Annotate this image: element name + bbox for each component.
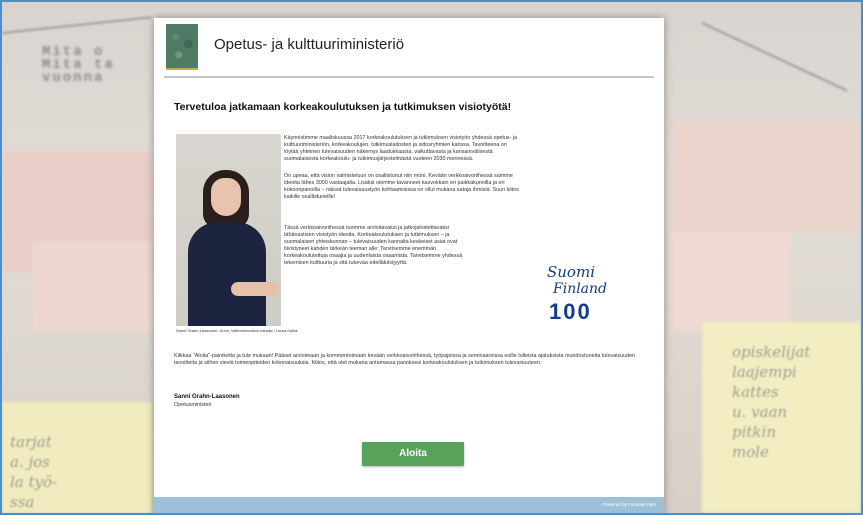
powered-by-link[interactable]: Powered by Fountain Park (603, 502, 656, 507)
welcome-title: Tervetuloa jatkamaan korkeakoulutuksen j… (174, 101, 512, 113)
backdrop-handwriting: tarjat a. jos la työ-ssa (10, 433, 58, 511)
backdrop-line (2, 16, 152, 34)
ministry-logo-icon (166, 24, 198, 70)
backdrop-note (672, 122, 861, 232)
app-window: Mita o Mita ta vuonna tarjat a. jos la työ-s… (0, 0, 863, 515)
header-divider (164, 76, 654, 78)
backdrop-handwriting: opiskelijat laajempi kattes u. vaan pitkin mo… (732, 343, 811, 461)
suomi-finland-100-badge: Suomi Finland 100 (539, 263, 619, 333)
backdrop-text: Mita o Mita ta vuonna (42, 44, 115, 86)
photo-arm (231, 282, 279, 296)
badge-line-2: Finland (553, 281, 608, 297)
signature-title: Opetusministeri (174, 402, 212, 408)
backdrop-note (32, 242, 152, 332)
intro-paragraph-2: On upeaa, että vision valmisteluun on os… (284, 173, 519, 201)
minister-photo (176, 134, 281, 326)
photo-caption: Sanni Grahn-Laasonen. Kuva: Valtioneuvos… (176, 328, 298, 333)
intro-paragraph-3: Tässä verkkoaivoriihessä tuomme arvioita… (284, 225, 463, 267)
dialog-header: Opetus- ja kulttuuriministeriö (154, 18, 664, 76)
badge-line-1: Suomi (547, 263, 595, 281)
signature-name: Sanni Grahn-Laasonen (174, 394, 240, 400)
badge-number: 100 (549, 299, 592, 324)
photo-face (211, 178, 241, 216)
intro-paragraph-1: Käynnistimme maaliskuussa 2017 korkeakou… (284, 135, 518, 163)
start-button[interactable]: Aloita (362, 442, 464, 466)
ministry-name: Opetus- ja kulttuuriministeriö (214, 36, 405, 53)
photo-body (188, 222, 266, 326)
dialog-footer: Powered by Fountain Park (154, 497, 664, 513)
backdrop-line (701, 22, 848, 92)
welcome-dialog: Opetus- ja kulttuuriministeriö Tervetulo… (154, 18, 664, 513)
call-to-action-paragraph: Klikkaa "Aloita"-painiketta ja tule muka… (174, 353, 636, 367)
backdrop-note (670, 232, 790, 332)
